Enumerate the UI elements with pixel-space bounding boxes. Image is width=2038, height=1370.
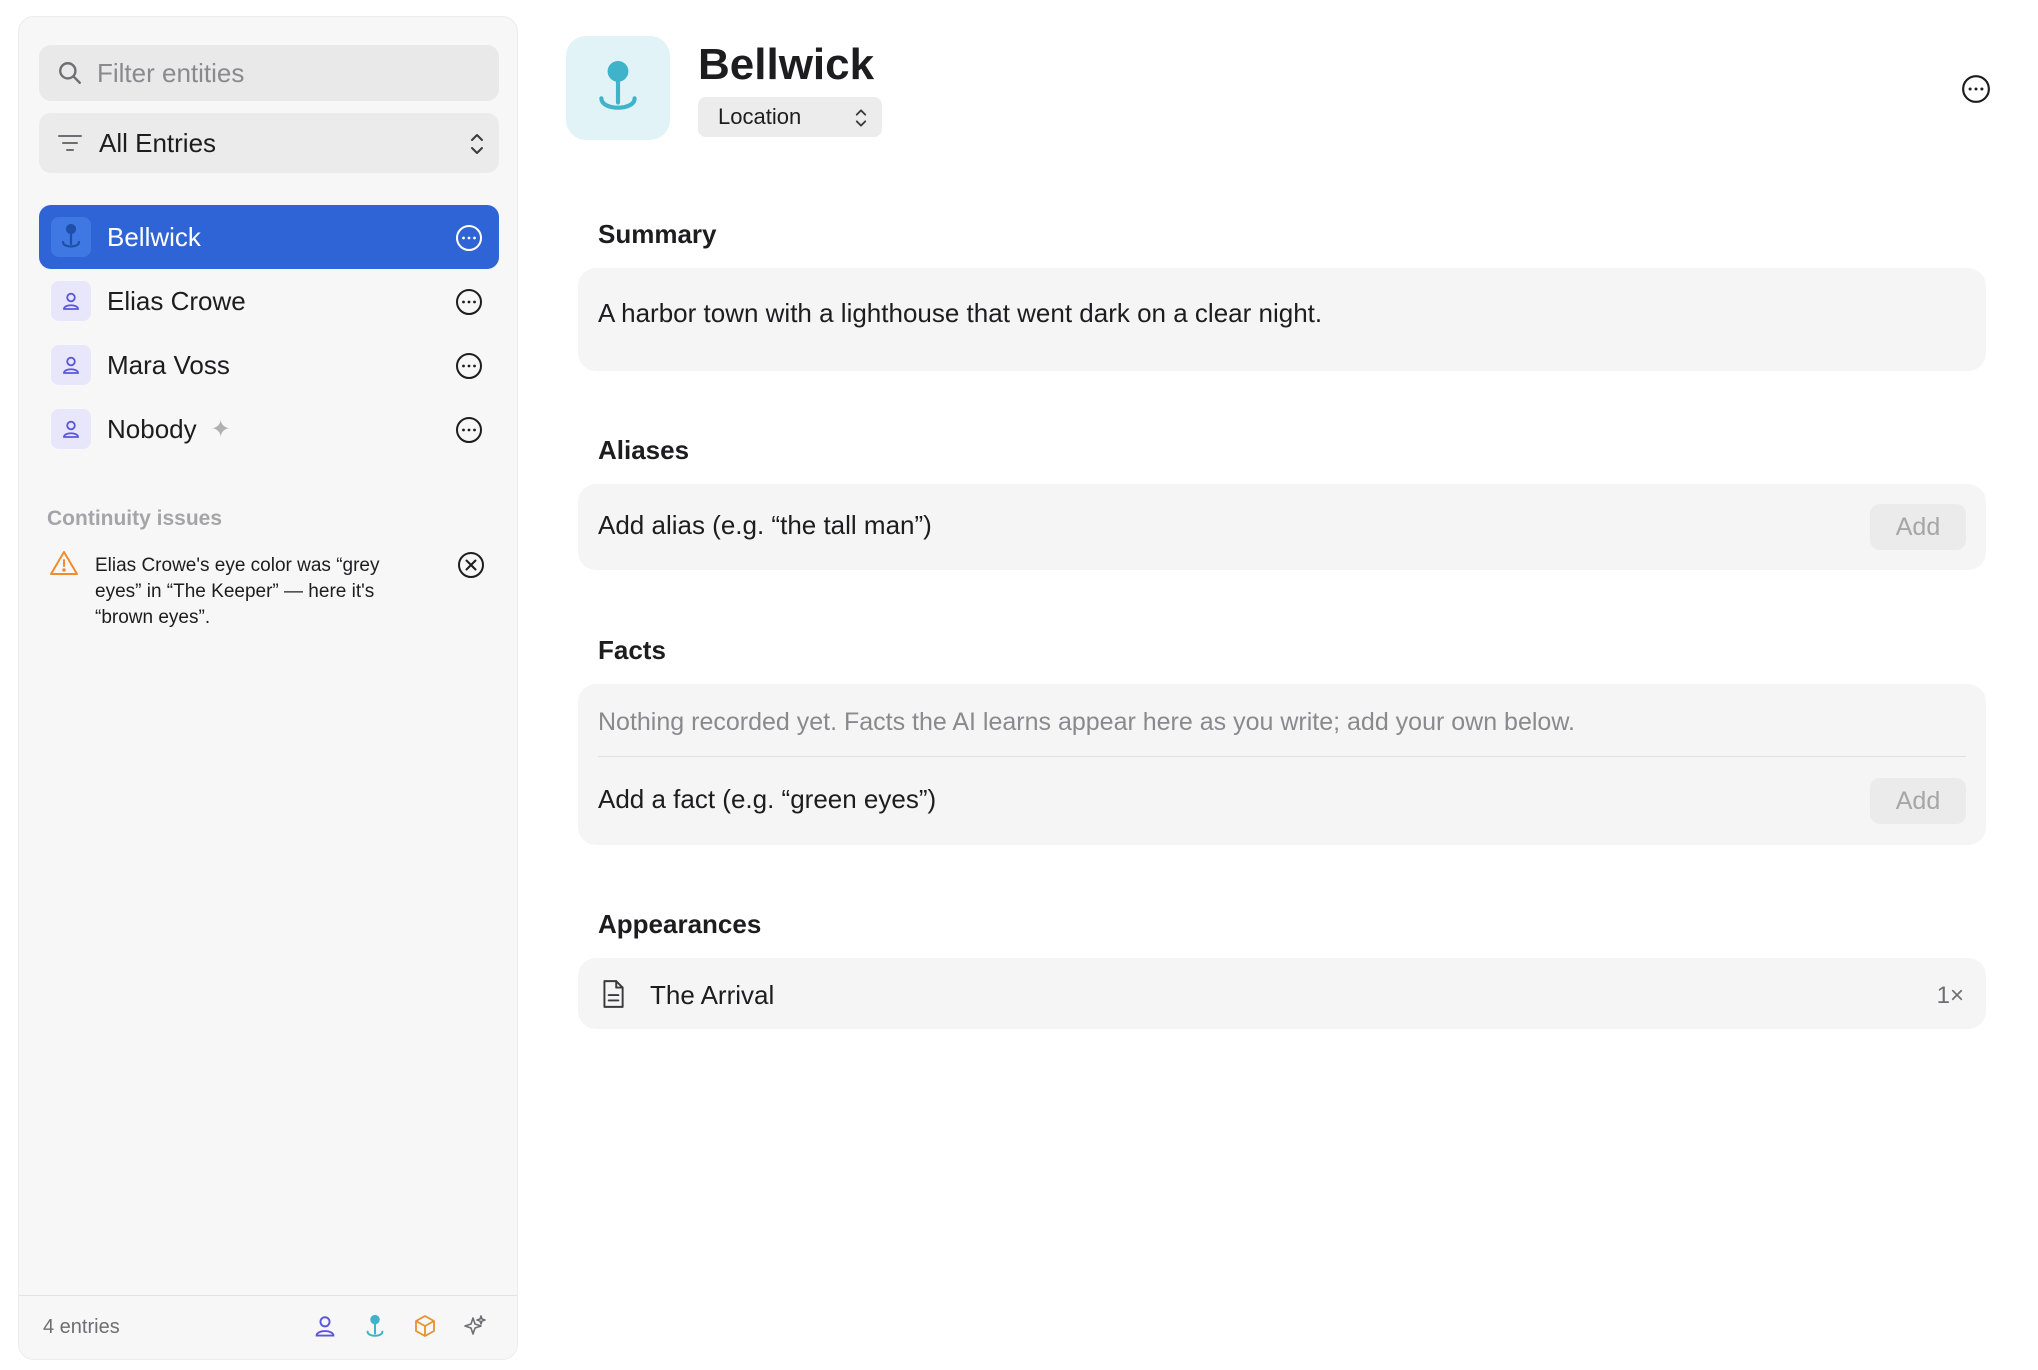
sparkles-icon[interactable] [463,1314,487,1338]
summary-card[interactable]: A harbor town with a lighthouse that wen… [578,268,1986,371]
summary-heading: Summary [598,219,717,249]
appearance-row[interactable]: The Arrival 1× [578,958,1986,1029]
facts-empty-message: Nothing recorded yet. Facts the AI learn… [598,708,1575,736]
entity-item-nobody[interactable]: Nobody ✦ [39,397,499,461]
entity-name: Mara Voss [107,349,230,380]
location-pin-icon[interactable] [363,1314,387,1340]
search-icon [59,62,81,84]
document-icon [603,980,624,1008]
facts-heading: Facts [598,635,666,665]
search-input[interactable] [97,57,477,89]
filter-lines-icon [58,135,82,151]
entry-count: 4 entries [43,1316,120,1338]
entity-name: Nobody [107,413,197,444]
person-icon[interactable] [313,1314,337,1338]
person-icon [63,420,79,438]
location-pin-icon [61,223,81,248]
add-alias-button[interactable]: Add [1870,504,1966,550]
entity-type-icons [313,1314,487,1340]
sidebar: All Entries Bellwick [18,16,518,1360]
chevron-up-down-icon [471,134,483,154]
warning-icon [50,551,78,575]
entity-type-badge [566,36,670,140]
object-box-icon[interactable] [413,1314,437,1338]
entity-item-elias-crowe[interactable]: Elias Crowe [39,269,499,333]
entity-avatar [51,217,91,257]
alias-input[interactable] [598,510,1798,541]
appearance-name: The Arrival [650,980,775,1010]
summary-text[interactable]: A harbor town with a lighthouse that wen… [598,298,1322,329]
entity-title: Bellwick [698,40,875,89]
fact-input[interactable] [598,784,1798,815]
entity-item-mara-voss[interactable]: Mara Voss [39,333,499,397]
location-pin-icon [599,61,637,110]
more-options-icon[interactable] [455,352,483,380]
entity-avatar [51,281,91,321]
person-icon [63,356,79,374]
more-options-icon[interactable] [455,224,483,252]
entries-filter-select[interactable]: All Entries [39,113,499,173]
aliases-card: Add [578,484,1986,570]
ai-suggested-badge: ✦ [210,415,231,443]
filter-label: All Entries [99,127,217,158]
entity-avatar [51,345,91,385]
continuity-issue-text: Elias Crowe's eye color was “grey eyes” … [95,555,380,628]
facts-card: Nothing recorded yet. Facts the AI learn… [578,684,1986,845]
aliases-heading: Aliases [598,435,690,465]
chevron-up-down-icon [855,109,867,127]
add-fact-button[interactable]: Add [1870,778,1966,824]
person-icon [63,292,79,310]
entity-type-select[interactable]: Location [698,97,882,137]
sidebar-footer: 4 entries [19,1295,517,1359]
entity-type-label: Location [718,104,802,129]
more-options-icon[interactable] [455,416,483,444]
appearances-heading: Appearances [598,909,762,939]
more-options-icon[interactable] [455,288,483,316]
entity-list: Bellwick Elias Crowe Mara Voss Nobody ✦ [39,205,499,461]
entity-name: Elias Crowe [107,285,246,316]
divider [598,756,1966,757]
entity-avatar [51,409,91,449]
continuity-issues-heading: Continuity issues [47,507,223,530]
entity-name: Bellwick [107,221,201,252]
entity-item-bellwick[interactable]: Bellwick [39,205,499,269]
search-field[interactable] [39,45,499,101]
dismiss-issue-icon[interactable] [457,551,485,579]
appearance-count: 1× [1936,982,1964,1009]
more-options-icon[interactable] [1961,74,1991,104]
